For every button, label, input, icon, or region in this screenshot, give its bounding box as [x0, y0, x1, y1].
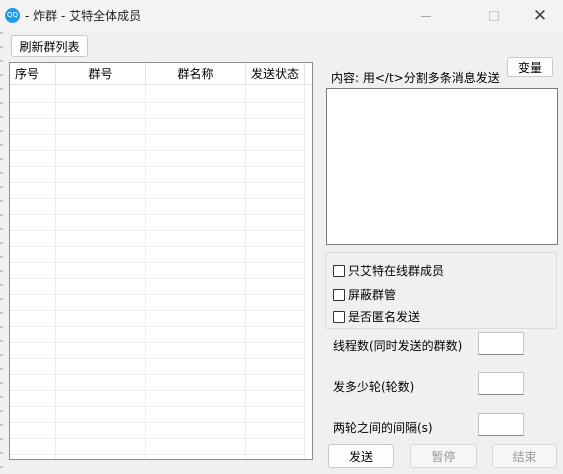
block-admins-label: 屏蔽群管 [348, 288, 397, 302]
grid-line [10, 454, 306, 455]
grid-line [245, 86, 246, 459]
grid-line [10, 278, 306, 279]
grid-line [10, 150, 306, 151]
interval-input[interactable] [478, 413, 524, 436]
block-admins-checkbox[interactable] [333, 288, 345, 301]
stop-button[interactable]: 结束 [492, 444, 557, 468]
rounds-label: 发多少轮(轮数) [333, 380, 415, 394]
column-header-send-status[interactable]: 发送状态 [246, 63, 305, 85]
grid-line [10, 166, 306, 167]
grid-line [10, 182, 306, 183]
grid-line [10, 230, 306, 231]
anonymous-label: 是否匿名发送 [348, 310, 421, 324]
refresh-group-list-button[interactable]: 刷新群列表 [11, 35, 88, 57]
pause-button[interactable]: 暂停 [410, 444, 477, 468]
close-icon: ✕ [532, 5, 548, 26]
grid-line [10, 246, 306, 247]
block-admins-option[interactable]: 屏蔽群管 [333, 286, 396, 303]
grid-line [10, 326, 306, 327]
title-bar: QQ - 炸群 - 艾特全体成员 ✕ [0, 0, 563, 32]
close-button[interactable]: ✕ [517, 0, 563, 32]
table-header: 序号 群号 群名称 发送状态 [10, 63, 312, 85]
window-edge [0, 32, 3, 474]
column-header-group-id[interactable]: 群号 [56, 63, 146, 85]
maximize-icon [489, 11, 499, 21]
interval-label: 两轮之间的间隔(s) [333, 421, 433, 435]
only-online-checkbox[interactable] [333, 264, 345, 277]
send-button[interactable]: 发送 [328, 444, 394, 468]
grid-line [55, 86, 56, 459]
grid-line [10, 262, 306, 263]
window-title: - 炸群 - 艾特全体成员 [25, 9, 142, 23]
minimize-button[interactable] [403, 0, 449, 32]
grid-line [304, 86, 305, 459]
table-body[interactable] [10, 86, 312, 459]
grid-line [10, 342, 306, 343]
grid-line [10, 102, 306, 103]
grid-line [10, 310, 306, 311]
minimize-icon [421, 15, 431, 17]
grid-line [10, 374, 306, 375]
group-table[interactable]: 序号 群号 群名称 发送状态 [9, 62, 313, 460]
content-label: 内容: 用</t>分割多条消息发送 [331, 71, 500, 85]
anonymous-checkbox[interactable] [333, 310, 345, 323]
grid-line [145, 86, 146, 459]
grid-line [10, 358, 306, 359]
grid-line [10, 390, 306, 391]
threads-input[interactable] [478, 332, 524, 355]
grid-line [10, 198, 306, 199]
grid-line [10, 294, 306, 295]
column-header-index[interactable]: 序号 [10, 63, 56, 85]
grid-line [10, 438, 306, 439]
maximize-button[interactable] [471, 0, 517, 32]
grid-line [10, 406, 306, 407]
grid-line [10, 214, 306, 215]
grid-line [10, 134, 306, 135]
grid-line [10, 118, 306, 119]
only-online-option[interactable]: 只艾特在线群成员 [333, 262, 444, 279]
rounds-input[interactable] [478, 372, 524, 395]
threads-label: 线程数(同时发送的群数) [333, 339, 463, 353]
app-icon: QQ [5, 8, 20, 23]
anonymous-option[interactable]: 是否匿名发送 [333, 308, 420, 325]
message-content-textarea[interactable] [326, 88, 558, 245]
variable-button[interactable]: 变量 [507, 57, 553, 77]
only-online-label: 只艾特在线群成员 [348, 264, 445, 278]
grid-line [10, 422, 306, 423]
column-header-group-name[interactable]: 群名称 [146, 63, 246, 85]
